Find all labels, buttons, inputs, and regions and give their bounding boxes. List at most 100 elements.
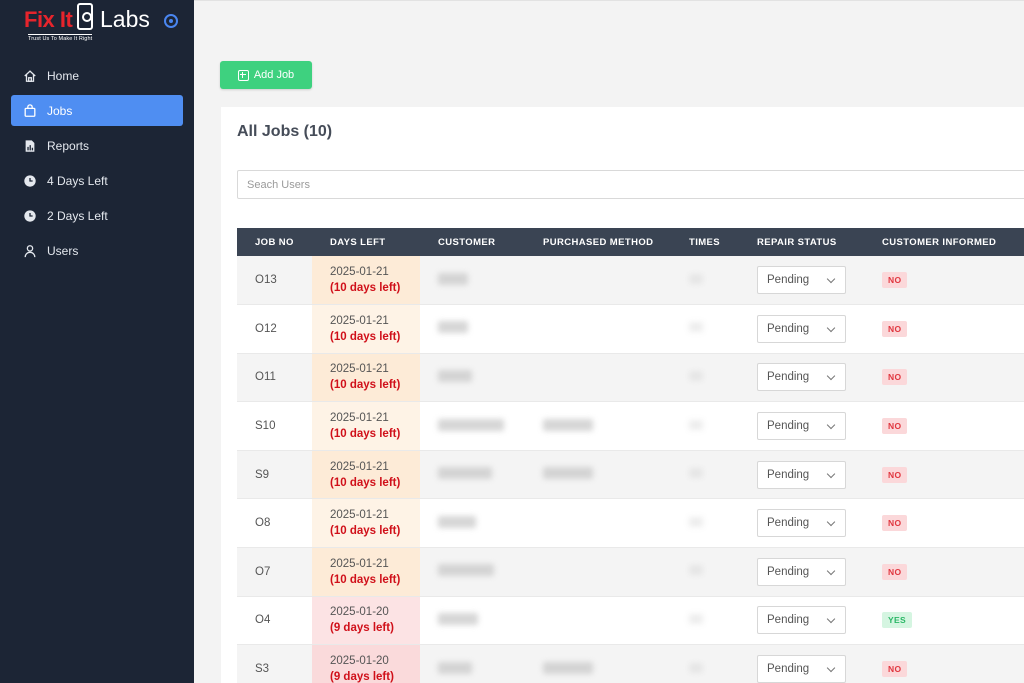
brand-logo[interactable]: Fix It Labs Trust Us To Make It Right <box>24 3 154 43</box>
page-title: All Jobs (10) <box>237 123 333 140</box>
redacted-times <box>689 419 703 430</box>
chevron-down-icon <box>826 615 836 624</box>
table-row[interactable]: O11 2025-01-21 (10 days left) Pending NO <box>237 353 1024 402</box>
sidebar-toggle-icon[interactable] <box>164 14 178 28</box>
table-row[interactable]: S3 2025-01-20 (9 days left) Pending NO <box>237 644 1024 683</box>
repair-status-cell: Pending <box>739 305 864 354</box>
column-header-days-left[interactable]: DAYS LEFT <box>312 228 420 256</box>
sidebar-item-label: Home <box>47 68 80 83</box>
days-remaining: (9 days left) <box>330 671 394 683</box>
repair-status-select[interactable]: Pending <box>757 606 846 635</box>
redacted-times <box>689 613 703 624</box>
table-row[interactable]: S10 2025-01-21 (10 days left) Pending NO <box>237 401 1024 451</box>
repair-status-cell: Pending <box>739 256 864 305</box>
customer-cell <box>420 548 525 597</box>
column-header-customer[interactable]: CUSTOMER <box>420 228 525 256</box>
redacted-times <box>689 370 703 381</box>
chevron-down-icon <box>826 469 836 478</box>
days-left-cell: 2025-01-21 (10 days left) <box>312 547 420 597</box>
times-cell <box>671 305 739 354</box>
column-header-purchased-method[interactable]: PURCHASED METHOD <box>525 228 671 256</box>
repair-status-cell: Pending <box>739 548 864 597</box>
chevron-down-icon <box>826 663 836 673</box>
sidebar-item-2-days-left[interactable]: 2 Days Left <box>11 200 183 231</box>
column-header-times[interactable]: TIMES <box>671 228 739 256</box>
repair-status-select[interactable]: Pending <box>757 655 846 683</box>
repair-status-select[interactable]: Pending <box>757 314 846 343</box>
repair-status-cell: Pending <box>739 450 864 499</box>
chevron-down-icon <box>826 518 836 527</box>
customer-informed-cell: NO <box>864 256 1024 305</box>
table-row[interactable]: O7 2025-01-21 (10 days left) Pending NO <box>237 547 1024 597</box>
sidebar-nav: Home Jobs Reports 4 Days Left 2 Days Lef… <box>11 60 183 270</box>
redacted-customer <box>438 369 472 382</box>
add-job-button[interactable]: Add Job <box>220 61 312 89</box>
jobs-table: JOB NO DAYS LEFT CUSTOMER PURCHASED METH… <box>237 228 1024 683</box>
customer-informed-cell: NO <box>864 353 1024 402</box>
customer-cell <box>420 353 525 402</box>
days-left-cell: 2025-01-20 (9 days left) <box>312 644 420 683</box>
search-input[interactable] <box>237 170 1024 199</box>
customer-cell <box>420 450 525 499</box>
status-badge: NO <box>882 466 908 483</box>
sidebar-item-label: Jobs <box>47 103 73 118</box>
status-badge: YES <box>882 612 912 629</box>
table-row[interactable]: O8 2025-01-21 (10 days left) Pending NO <box>237 498 1024 548</box>
redacted-times <box>689 516 703 527</box>
days-left-cell: 2025-01-21 (10 days left) <box>312 401 420 451</box>
chevron-down-icon <box>826 274 836 284</box>
sidebar-item-reports[interactable]: Reports <box>11 130 183 161</box>
days-remaining: (10 days left) <box>330 428 401 441</box>
sidebar-item-home[interactable]: Home <box>11 60 183 91</box>
purchased-method-cell <box>525 402 671 451</box>
column-header-customer-informed[interactable]: CUSTOMER INFORMED <box>864 228 1024 256</box>
sidebar-item-label: Reports <box>47 138 90 153</box>
repair-status-value: Pending <box>767 371 810 384</box>
repair-status-select[interactable]: Pending <box>757 460 846 489</box>
due-date: 2025-01-21 <box>330 266 389 279</box>
user-icon <box>23 244 37 258</box>
customer-cell <box>420 645 525 683</box>
column-header-repair-status[interactable]: REPAIR STATUS <box>739 228 864 256</box>
customer-cell <box>420 499 525 548</box>
customer-informed-cell: YES <box>864 596 1024 645</box>
days-remaining: (10 days left) <box>330 573 401 586</box>
repair-status-select[interactable]: Pending <box>757 557 846 586</box>
sidebar-item-jobs[interactable]: Jobs <box>11 95 183 126</box>
table-header-row: JOB NO DAYS LEFT CUSTOMER PURCHASED METH… <box>237 228 1024 256</box>
customer-cell <box>420 305 525 354</box>
job-number: O12 <box>255 322 277 335</box>
brand-tagline: Trust Us To Make It Right <box>28 34 93 42</box>
top-divider <box>194 0 1024 1</box>
sidebar: Fix It Labs Trust Us To Make It Right Ho… <box>0 0 194 683</box>
repair-status-select[interactable]: Pending <box>757 363 846 392</box>
repair-status-select[interactable]: Pending <box>757 266 846 295</box>
redacted-times <box>689 322 703 333</box>
days-left-cell: 2025-01-20 (9 days left) <box>312 596 420 645</box>
table-row[interactable]: O13 2025-01-21 (10 days left) Pending NO <box>237 256 1024 305</box>
table-row[interactable]: O4 2025-01-20 (9 days left) Pending YES <box>237 596 1024 645</box>
status-badge: NO <box>882 320 908 337</box>
due-date: 2025-01-21 <box>330 509 389 522</box>
purchased-method-cell <box>525 450 671 499</box>
redacted-purchased-method <box>543 418 593 431</box>
repair-status-cell: Pending <box>739 499 864 548</box>
times-cell <box>671 499 739 548</box>
due-date: 2025-01-20 <box>330 606 389 619</box>
days-remaining: (10 days left) <box>330 476 401 489</box>
purchased-method-cell <box>525 596 671 645</box>
repair-status-select[interactable]: Pending <box>757 412 846 441</box>
home-icon <box>23 69 37 83</box>
column-header-job-no[interactable]: JOB NO <box>237 228 312 256</box>
purchased-method-cell <box>525 548 671 597</box>
repair-status-value: Pending <box>767 614 810 627</box>
sidebar-item-label: 4 Days Left <box>47 173 108 188</box>
sidebar-item-users[interactable]: Users <box>11 235 183 266</box>
table-row[interactable]: S9 2025-01-21 (10 days left) Pending NO <box>237 450 1024 499</box>
sidebar-item-4-days-left[interactable]: 4 Days Left <box>11 165 183 196</box>
repair-status-select[interactable]: Pending <box>757 509 846 538</box>
days-remaining: (10 days left) <box>330 525 401 538</box>
redacted-times <box>689 468 703 479</box>
job-number: O11 <box>255 371 276 384</box>
table-row[interactable]: O12 2025-01-21 (10 days left) Pending NO <box>237 304 1024 354</box>
